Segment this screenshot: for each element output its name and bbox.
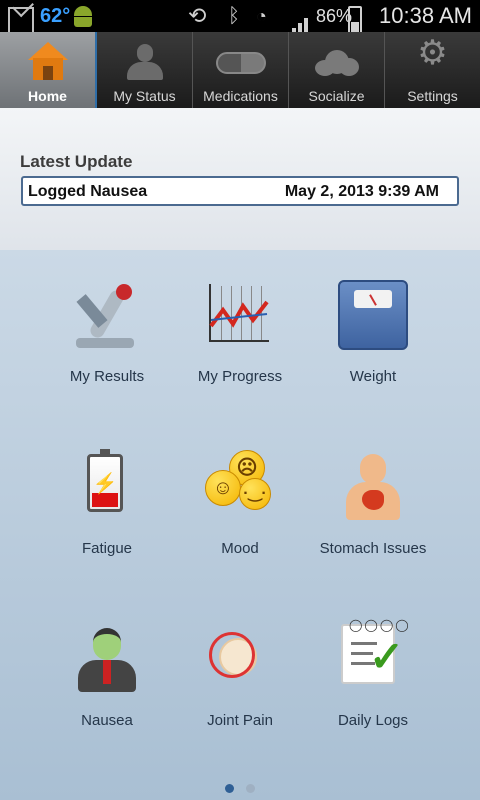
- smiley-faces-icon: ☹ ☺ ·‿·: [205, 450, 275, 522]
- tile-daily-logs[interactable]: ◯◯◯◯ ✓ Daily Logs: [303, 594, 443, 729]
- bluetooth-icon: ᛒ: [228, 5, 240, 27]
- tile-label: Mood: [221, 540, 259, 557]
- latest-update-timestamp: May 2, 2013 9:39 AM: [284, 183, 439, 200]
- screen-rotation-icon: ⟲: [188, 3, 207, 28]
- latest-update-title: Latest Update: [20, 152, 133, 171]
- tile-joint-pain[interactable]: Joint Pain: [170, 594, 310, 729]
- tile-nausea[interactable]: Nausea: [37, 594, 177, 729]
- tile-label: Fatigue: [81, 540, 133, 557]
- weather-temperature: 62°: [40, 5, 71, 27]
- dashboard-grid: My Results My Progress Weight ⚡ Fatigue …: [0, 250, 480, 800]
- tile-label: Joint Pain: [207, 712, 273, 729]
- page-indicator: [0, 780, 480, 798]
- latest-update-panel: Latest Update Logged Nausea May 2, 2013 …: [0, 108, 480, 250]
- scale-icon: [338, 280, 408, 350]
- tile-label: My Results: [69, 368, 145, 385]
- pill-icon: [215, 52, 266, 74]
- tile-weight[interactable]: Weight: [303, 250, 443, 385]
- home-icon: [27, 42, 68, 82]
- tab-my-status[interactable]: My Status: [97, 32, 193, 108]
- chart-icon: [205, 280, 275, 350]
- joint-icon: [205, 624, 275, 694]
- tile-my-results[interactable]: My Results: [37, 250, 177, 385]
- status-bar: 62° ⟲ ᛒ ◔ 86% 10:38 AM: [0, 0, 480, 39]
- tab-label: My Status: [113, 88, 176, 104]
- clipboard-check-icon: ◯◯◯◯ ✓: [341, 618, 409, 684]
- tab-settings[interactable]: ⚙ Settings: [385, 32, 480, 108]
- tile-label: My Progress: [197, 368, 283, 385]
- tile-mood[interactable]: ☹ ☺ ·‿· Mood: [170, 422, 310, 557]
- sick-person-icon: [72, 624, 142, 694]
- battery-icon: ⚡: [87, 449, 123, 512]
- page-dot[interactable]: [224, 784, 234, 793]
- cloud-icon: [314, 50, 359, 76]
- battery-percent: 86%: [316, 6, 353, 26]
- tile-label: Stomach Issues: [319, 540, 427, 557]
- tab-label: Home: [28, 88, 67, 104]
- latest-update-text: Logged Nausea: [28, 183, 148, 200]
- wifi-icon: ◔: [256, 6, 267, 26]
- tab-label: Medications: [203, 88, 278, 104]
- tile-my-progress[interactable]: My Progress: [170, 250, 310, 385]
- person-icon: [125, 42, 165, 82]
- gears-icon: ⚙: [417, 34, 448, 72]
- tab-label: Settings: [407, 88, 458, 104]
- tile-label: Daily Logs: [337, 712, 409, 729]
- tile-stomach-issues[interactable]: Stomach Issues: [303, 422, 443, 557]
- tab-label: Socialize: [308, 88, 365, 104]
- tab-bar: Home My Status Medications Socialize ⚙ S…: [0, 32, 480, 108]
- microscope-icon: [72, 280, 142, 350]
- tab-medications[interactable]: Medications: [193, 32, 289, 108]
- tile-fatigue[interactable]: ⚡ Fatigue: [37, 422, 177, 557]
- tab-socialize[interactable]: Socialize: [289, 32, 385, 108]
- tile-label: Weight: [349, 368, 397, 385]
- clock: 10:38 AM: [379, 3, 472, 28]
- tab-home[interactable]: Home: [0, 32, 97, 108]
- tile-label: Nausea: [81, 712, 133, 729]
- latest-update-box[interactable]: Logged Nausea May 2, 2013 9:39 AM: [21, 176, 459, 206]
- page-dot[interactable]: [246, 784, 256, 793]
- stomach-icon: [338, 452, 408, 522]
